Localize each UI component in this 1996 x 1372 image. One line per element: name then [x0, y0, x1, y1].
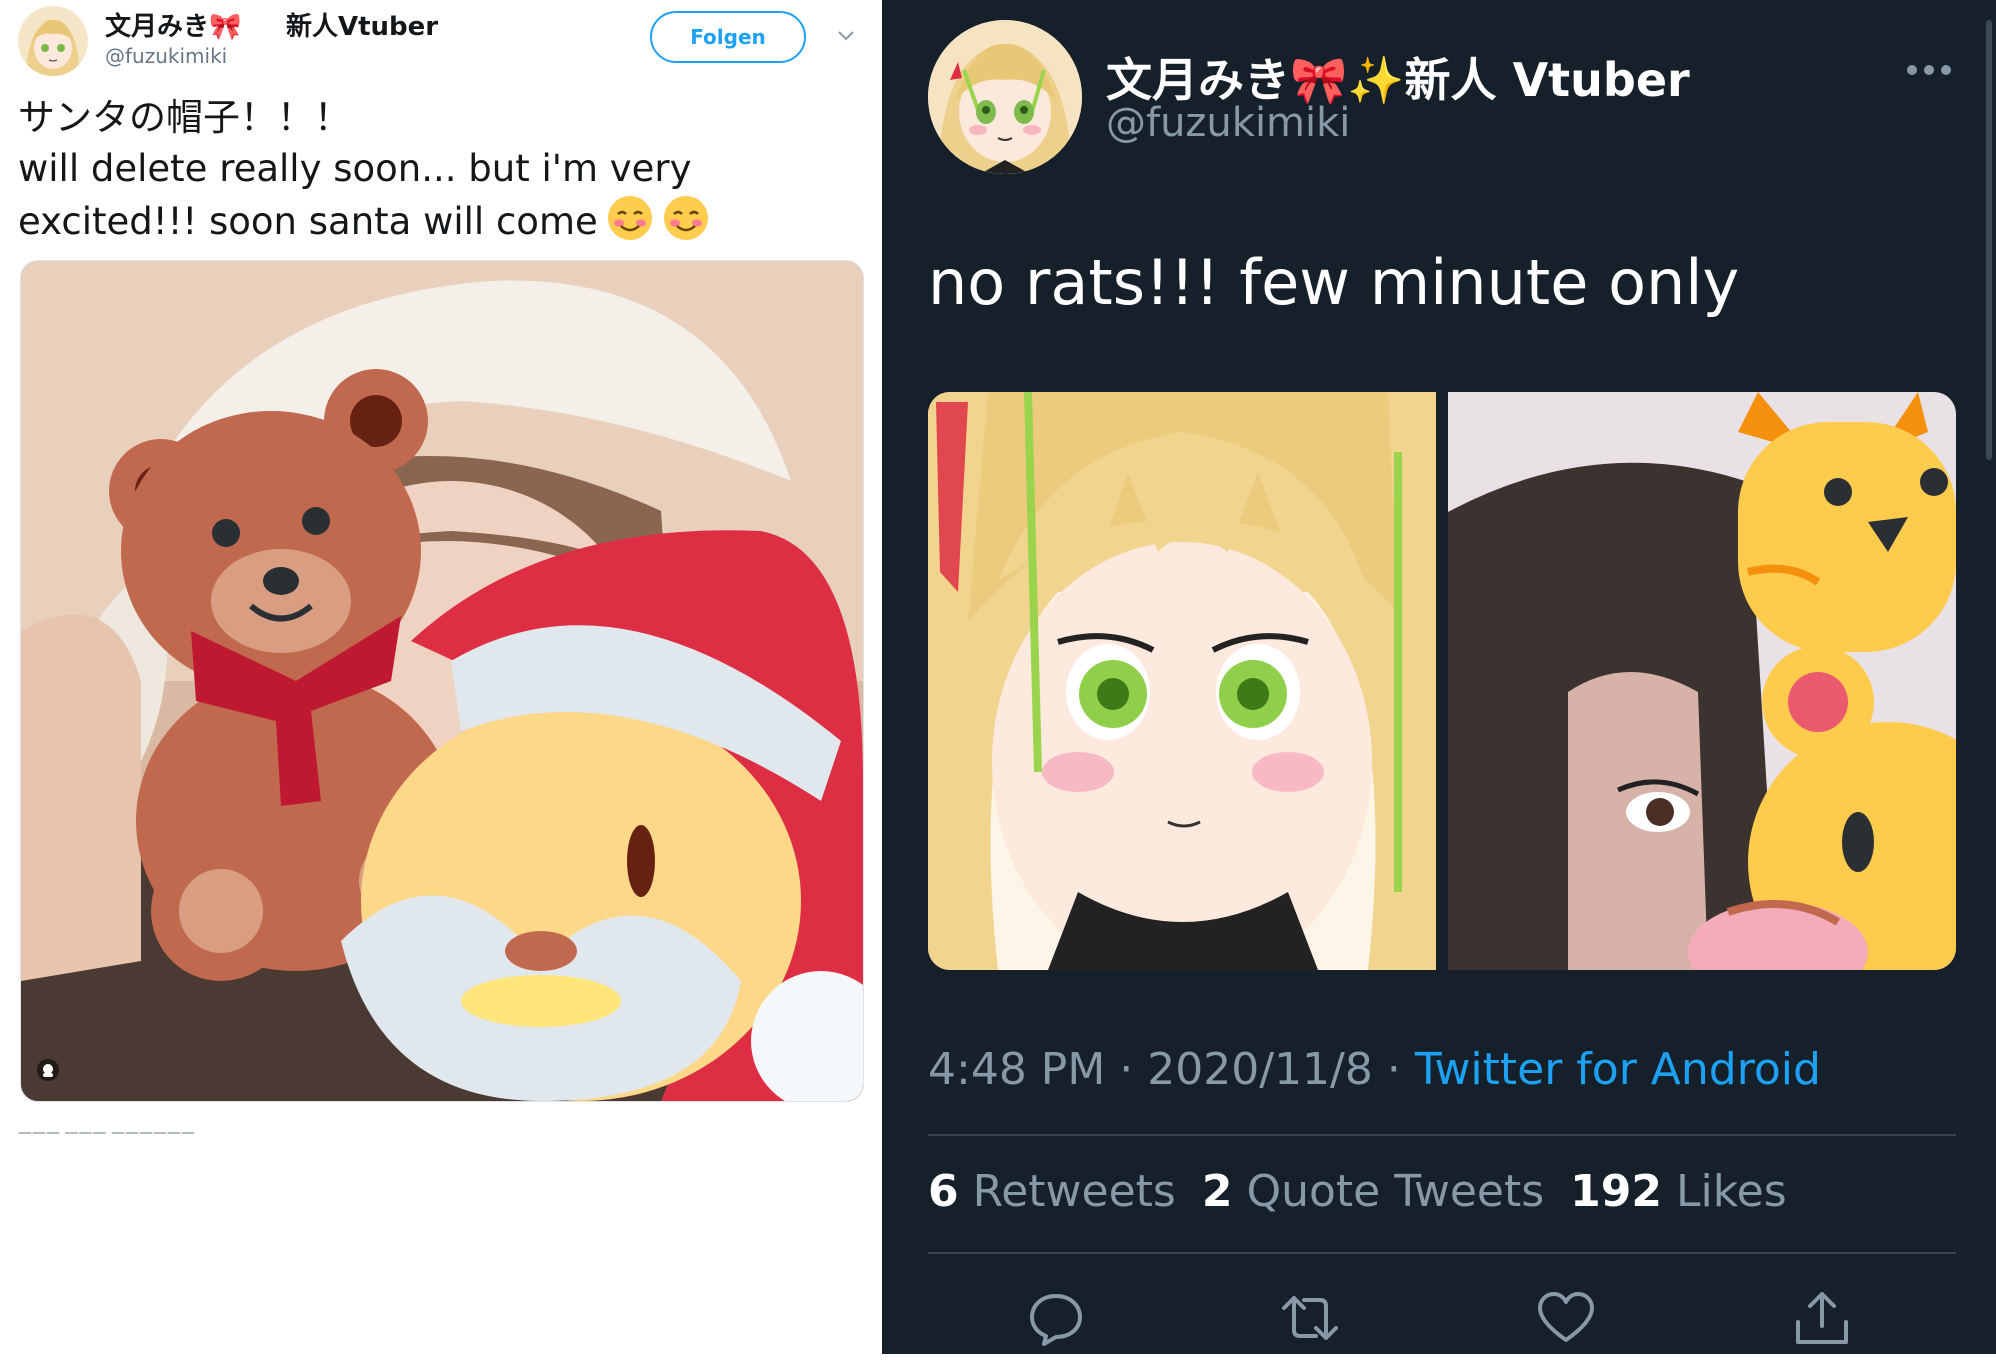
left-tweet-panel: 文月みき🎀 新人Vtuber @fuzukimiki Folgen サンタの帽子…: [0, 0, 882, 1372]
user-handle[interactable]: @fuzukimiki: [1106, 100, 1350, 146]
retweets-label: Retweets: [972, 1166, 1176, 1217]
follow-button[interactable]: Folgen: [650, 11, 806, 63]
media-badge-icon: [37, 1059, 59, 1081]
quotes-stat[interactable]: 2 Quote Tweets: [1202, 1166, 1544, 1217]
divider: [928, 1134, 1956, 1136]
tweet-meta: 4:48 PM · 2020/11/8 · Twitter for Androi…: [928, 1044, 1821, 1095]
retweet-icon[interactable]: [1280, 1288, 1340, 1348]
share-icon[interactable]: [1792, 1288, 1852, 1348]
tweet-date[interactable]: 2020/11/8: [1147, 1044, 1373, 1095]
smiling-face-emoji: [663, 196, 708, 240]
tweet-stats: 6 Retweets 2 Quote Tweets 192 Likes: [928, 1166, 1787, 1217]
quotes-label: Quote Tweets: [1246, 1166, 1545, 1217]
quotes-count: 2: [1201, 1166, 1233, 1217]
display-name[interactable]: 文月みき🎀: [105, 6, 241, 43]
smiling-face-emoji: [607, 196, 652, 240]
avatar[interactable]: [18, 6, 88, 76]
tweet-time[interactable]: 4:48 PM: [928, 1044, 1105, 1095]
likes-count: 192: [1570, 1166, 1662, 1217]
bottom-margin: [882, 1354, 1996, 1372]
likes-stat[interactable]: 192 Likes: [1570, 1166, 1787, 1217]
user-handle[interactable]: @fuzukimiki: [105, 44, 227, 68]
display-name-suffix[interactable]: 新人Vtuber: [286, 6, 438, 43]
tweet-text-line: サンタの帽子！！！: [18, 96, 351, 139]
retweets-stat[interactable]: 6 Retweets: [928, 1166, 1176, 1217]
chevron-down-icon[interactable]: [836, 28, 856, 42]
tweet-photo[interactable]: [20, 260, 864, 1102]
cat-sticker: [1738, 392, 1956, 652]
avatar[interactable]: [928, 20, 1082, 174]
tweet-text: no rats!!! few minute only: [928, 246, 1740, 319]
tweet-text: サンタの帽子！！！ will delete really soon... but…: [18, 92, 858, 247]
like-icon[interactable]: [1536, 1288, 1596, 1348]
tweet-text-line: excited!!! soon santa will come: [18, 194, 858, 247]
meta-separator: ·: [1372, 1044, 1415, 1095]
tweet-photo-anime[interactable]: [928, 392, 1436, 970]
divider: [928, 1252, 1956, 1254]
scrollbar[interactable]: [1986, 20, 1992, 460]
tweet-source-link[interactable]: Twitter for Android: [1415, 1044, 1821, 1095]
reply-icon[interactable]: [1026, 1288, 1086, 1348]
more-icon[interactable]: [1906, 62, 1952, 78]
likes-label: Likes: [1676, 1166, 1787, 1217]
tweet-text-fragment: excited!!! soon santa will come: [18, 200, 598, 243]
retweets-count: 6: [928, 1166, 959, 1217]
tweet-photo-person[interactable]: [1448, 392, 1956, 970]
timestamp-partial: ——— ——— ——————: [18, 1126, 195, 1135]
tweet-text-line: will delete really soon... but i'm very: [18, 147, 692, 190]
meta-separator: ·: [1105, 1044, 1148, 1095]
